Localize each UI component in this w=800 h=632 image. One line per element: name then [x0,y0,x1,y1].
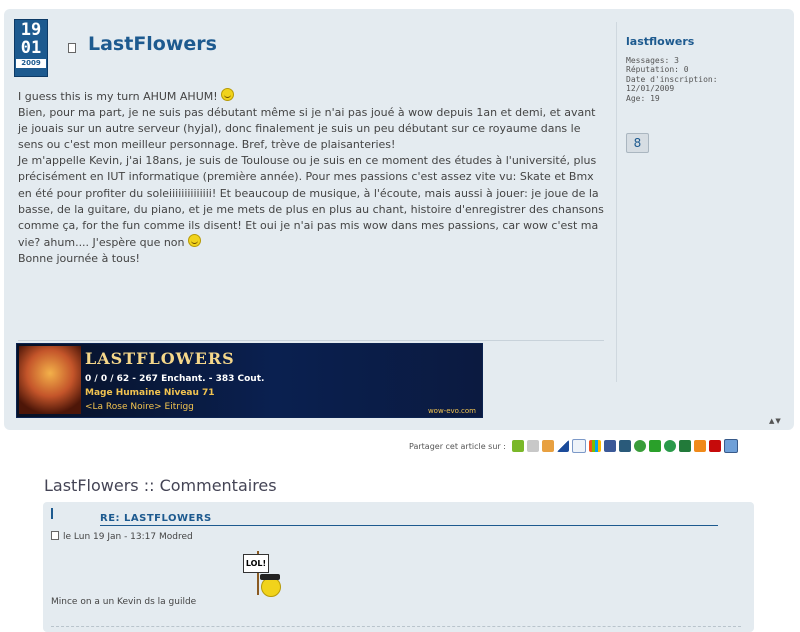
signature-divider [18,340,604,341]
post-paragraph: I guess this is my turn AHUM AHUM! [18,88,608,105]
date-day: 19 [20,20,42,40]
signature-class: Mage Humaine Niveau 71 [85,388,215,398]
post-date-badge: 19 01 2009 [14,19,48,77]
smiley-icon [188,233,202,247]
netvibes-icon[interactable] [556,440,569,452]
post-body: I guess this is my turn AHUM AHUM! Bien,… [18,88,608,267]
google-icon[interactable] [571,439,586,453]
post-panel: 19 01 2009 LastFlowers I guess this is m… [4,9,794,430]
author-joined-label: Date d'inscription: [626,74,718,84]
newsvine-icon[interactable] [678,440,691,452]
profile-button[interactable]: 8 [626,133,649,153]
sidebar-divider [616,22,617,382]
post-paragraph: Bien, pour ma part, je ne suis pas début… [18,106,596,152]
comments-title: LastFlowers :: Commentaires [44,476,277,495]
author-messages: Messages: 3 [626,55,679,65]
signature-guild: <La Rose Noire> Eitrigg [85,402,194,412]
digg-icon[interactable] [511,440,524,452]
document-icon [68,43,76,53]
comment-title-underline [100,525,718,526]
comment-title[interactable]: RE: LASTFLOWERS [100,513,212,524]
post-paragraph: Bonne journée à tous! [18,251,140,265]
facebook-icon[interactable] [603,440,616,452]
stumbleupon-icon[interactable] [663,440,676,452]
signature-name: LASTFLOWERS [85,349,235,368]
yahoo-icon[interactable] [708,440,721,452]
comment-text: Mince on a un Kevin ds la guilde [51,597,197,607]
character-portrait-icon [19,346,81,414]
scroll-arrows[interactable]: ▲▼ [769,417,782,425]
lol-smiley-icon: LOL! [243,551,283,599]
share-label: Partager cet article sur : [409,441,506,451]
author-profile: lastflowers Messages: 3 Réputation: 0 Da… [626,36,718,104]
lol-sign: LOL! [243,554,269,573]
delicious-icon[interactable] [526,440,539,452]
signature-site: wow-evo.com [427,407,476,415]
share-bar: Partager cet article sur : [409,439,741,453]
document-icon [51,531,59,540]
signature-stats: 0 / 0 / 62 - 267 Enchant. - 383 Cout. [85,374,265,384]
post-paragraph: Je m'appelle Kevin, j'ai 18ans, je suis … [18,154,604,249]
comment-marker [51,508,53,519]
user-icon: 8 [633,136,642,150]
post-title[interactable]: LastFlowers [88,33,217,55]
furl-icon[interactable] [693,440,706,452]
smiley-icon [221,88,235,101]
comment-next-line [51,626,741,628]
date-year: 2009 [16,59,46,68]
author-reputation: Réputation: 0 [626,65,689,75]
blogmarks-icon[interactable] [541,440,554,452]
author-joined-date: 12/01/2009 [626,84,675,94]
author-age: Age: 19 [626,93,660,103]
myspace-icon[interactable] [648,440,661,452]
windows-live-icon[interactable] [588,440,601,452]
date-month: 01 [20,38,42,58]
signature-banner[interactable]: LASTFLOWERS 0 / 0 / 62 - 267 Enchant. - … [16,343,483,418]
live-icon[interactable] [723,439,738,453]
slashdot-icon[interactable] [618,440,631,452]
technorati-icon[interactable] [633,440,646,452]
comment-meta: le Lun 19 Jan - 13:17 Modred [51,531,193,542]
author-username[interactable]: lastflowers [626,36,718,47]
comment-panel: RE: LASTFLOWERS le Lun 19 Jan - 13:17 Mo… [43,502,754,632]
